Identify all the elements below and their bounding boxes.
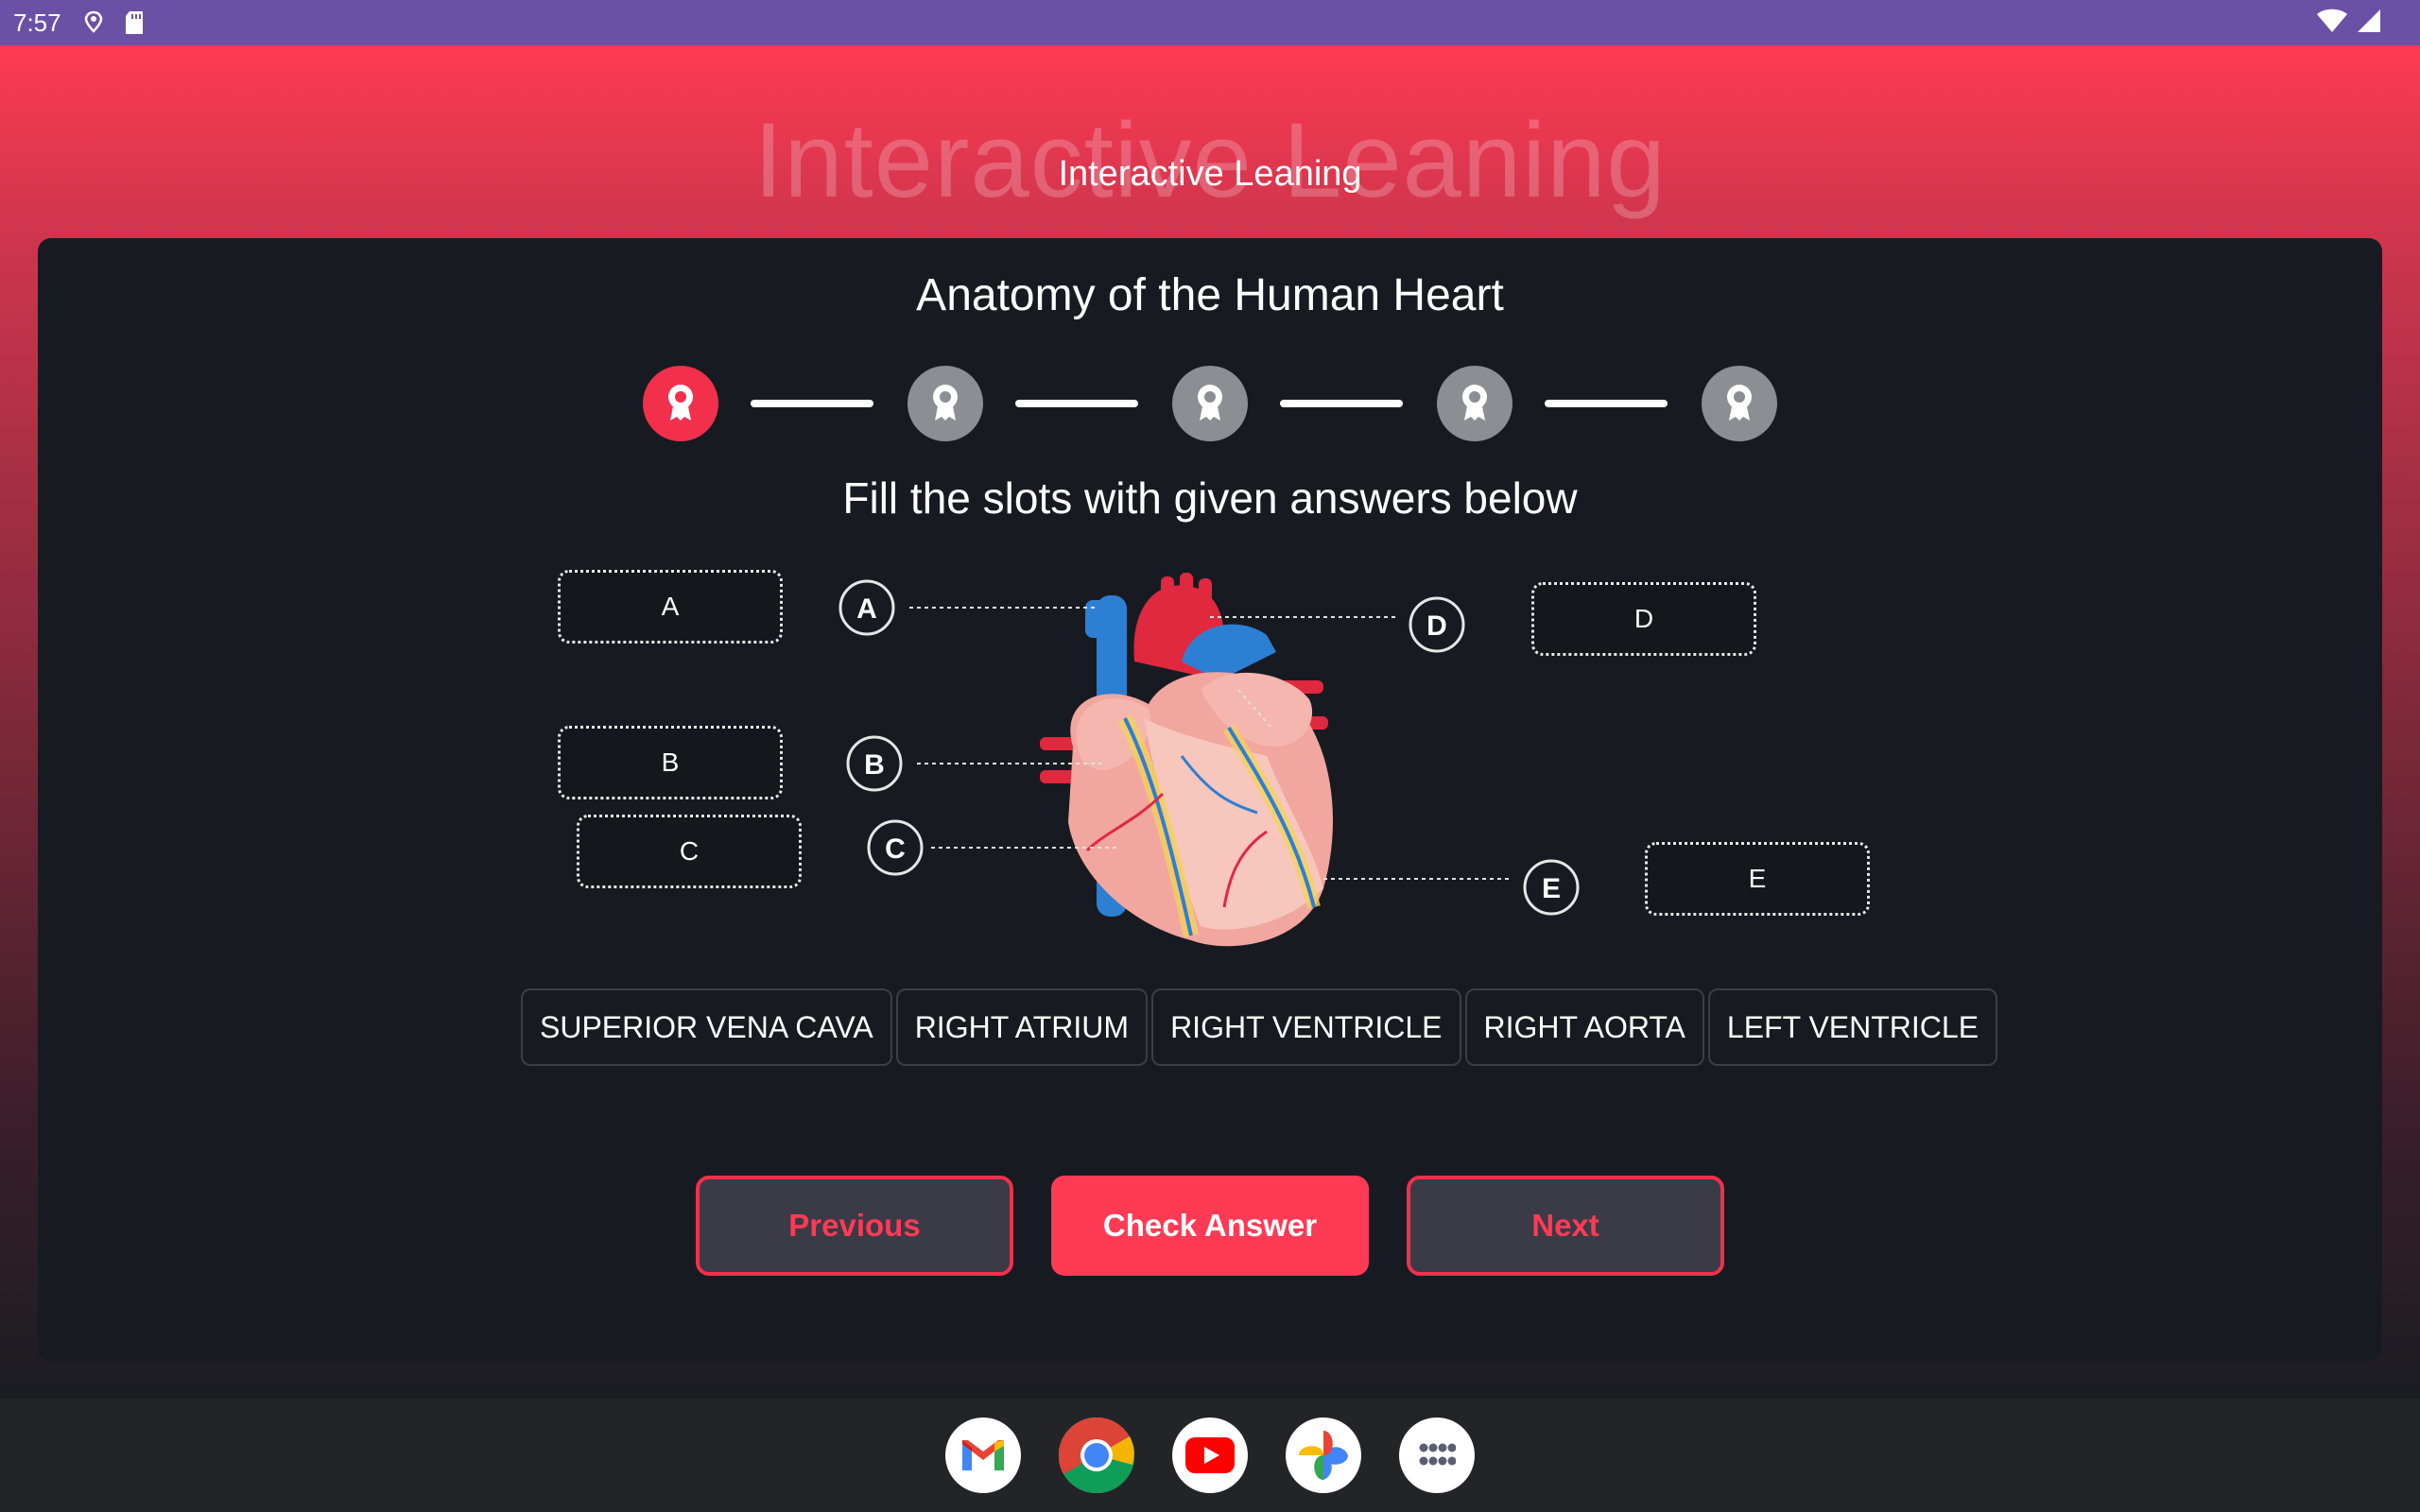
marker-e-label: E xyxy=(1542,873,1561,904)
slot-c[interactable]: C xyxy=(577,815,802,888)
heart-illustration xyxy=(1040,573,1333,947)
chrome-icon[interactable] xyxy=(1059,1418,1134,1493)
signal-icon xyxy=(2356,8,2382,41)
slot-b[interactable]: B xyxy=(558,726,783,799)
youtube-icon[interactable] xyxy=(1172,1418,1248,1493)
step-connector xyxy=(1280,400,1403,407)
instruction-text: Fill the slots with given answers below xyxy=(842,473,1578,523)
status-bar: 7:57 xyxy=(0,0,2420,45)
slot-a[interactable]: A xyxy=(558,570,783,644)
gmail-icon[interactable] xyxy=(945,1418,1021,1493)
answer-chip[interactable]: RIGHT AORTA xyxy=(1464,988,1704,1066)
answer-chips: SUPERIOR VENA CAVA RIGHT ATRIUM RIGHT VE… xyxy=(521,988,2001,1066)
award-icon xyxy=(662,381,700,427)
heart-diagram: A B C D E xyxy=(838,573,1580,947)
previous-button[interactable]: Previous xyxy=(696,1176,1013,1276)
award-icon xyxy=(1191,381,1229,427)
award-icon xyxy=(1456,381,1494,427)
marker-b: B xyxy=(846,735,903,792)
location-icon xyxy=(84,10,103,35)
step-connector xyxy=(1015,400,1138,407)
status-time: 7:57 xyxy=(13,8,61,37)
award-icon xyxy=(1720,381,1758,427)
marker-e: E xyxy=(1523,859,1580,916)
marker-c-label: C xyxy=(885,833,906,865)
marker-b-label: B xyxy=(864,749,885,781)
next-button[interactable]: Next xyxy=(1407,1176,1724,1276)
app-drawer-icon[interactable] xyxy=(1399,1418,1475,1493)
step-1[interactable] xyxy=(643,366,718,441)
answer-chip[interactable]: RIGHT ATRIUM xyxy=(895,988,1149,1066)
marker-a: A xyxy=(838,579,895,636)
check-answer-button[interactable]: Check Answer xyxy=(1051,1176,1369,1276)
step-3[interactable] xyxy=(1172,366,1248,441)
sd-card-icon xyxy=(124,10,145,35)
step-connector xyxy=(1545,400,1668,407)
step-4[interactable] xyxy=(1437,366,1512,441)
marker-c: C xyxy=(867,819,924,876)
marker-a-label: A xyxy=(856,593,877,625)
app-title: Interactive Leaning xyxy=(1058,154,1362,194)
lesson-title: Anatomy of the Human Heart xyxy=(916,270,1504,320)
award-icon xyxy=(926,381,964,427)
step-2[interactable] xyxy=(908,366,983,441)
answer-chip[interactable]: LEFT VENTRICLE xyxy=(1707,988,1998,1066)
step-5[interactable] xyxy=(1702,366,1777,441)
photos-icon[interactable] xyxy=(1286,1418,1361,1493)
marker-d: D xyxy=(1409,596,1465,653)
answer-chip[interactable]: SUPERIOR VENA CAVA xyxy=(521,988,892,1066)
marker-d-label: D xyxy=(1426,610,1447,642)
step-connector xyxy=(751,400,873,407)
answer-chip[interactable]: RIGHT VENTRICLE xyxy=(1151,988,1461,1066)
wifi-icon xyxy=(2316,8,2348,41)
